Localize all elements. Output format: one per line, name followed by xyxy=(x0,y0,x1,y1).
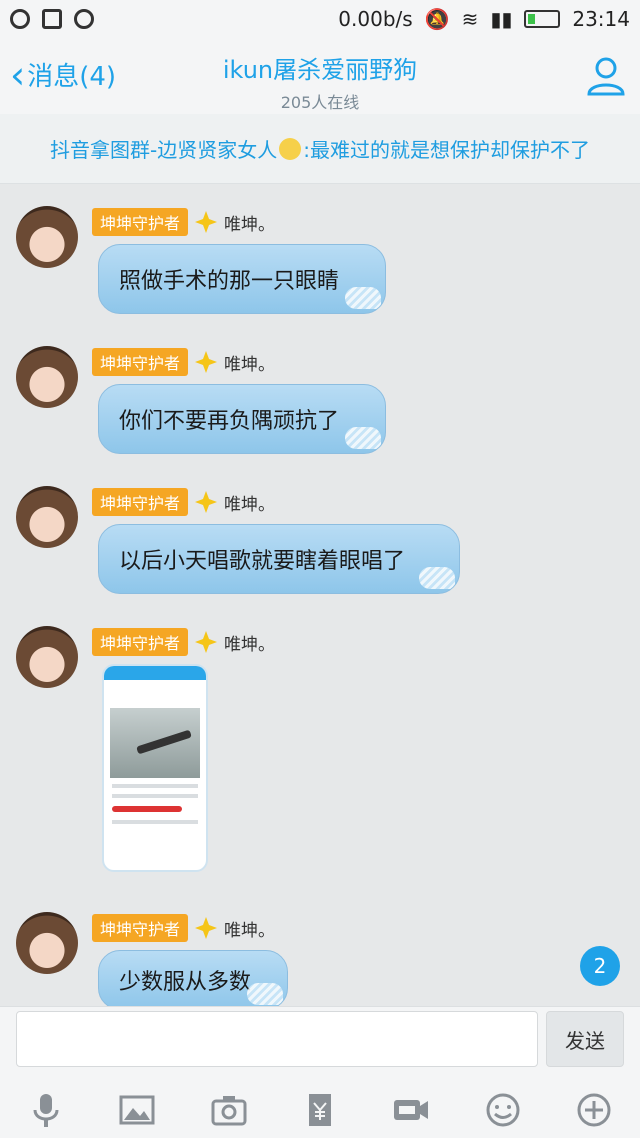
image-message[interactable] xyxy=(102,664,208,872)
member-badge: 坤坤守护者 xyxy=(92,208,189,236)
camera-icon[interactable] xyxy=(209,1090,249,1130)
star-icon xyxy=(195,917,218,939)
screenshot-thumbnail xyxy=(110,708,200,778)
username: 唯坤。 xyxy=(224,920,276,941)
username: 唯坤。 xyxy=(224,634,276,655)
qq-icon xyxy=(10,9,30,29)
battery-icon xyxy=(524,10,561,28)
star-icon xyxy=(195,211,218,233)
network-speed: 0.00b/s xyxy=(338,7,413,31)
unread-count-badge[interactable]: 2 xyxy=(580,946,620,986)
clock: 23:14 xyxy=(572,7,630,31)
member-badge: 坤坤守护者 xyxy=(92,348,189,376)
message-icon xyxy=(74,9,94,29)
member-badge: 坤坤守护者 xyxy=(92,914,189,942)
message-text: 照做手术的那一只眼睛 xyxy=(119,269,340,294)
gallery-icon xyxy=(42,9,62,29)
mute-icon: 🔕 xyxy=(424,7,450,31)
username: 唯坤。 xyxy=(224,494,276,515)
avatar[interactable] xyxy=(16,346,78,408)
member-badge: 坤坤守护者 xyxy=(92,628,189,656)
status-bar: 0.00b/s 🔕 ≋ ▮▮ 23:14 xyxy=(0,0,640,38)
red-packet-icon[interactable] xyxy=(300,1090,340,1130)
relieved-emoji-icon xyxy=(279,137,302,160)
announcement-text-after: :最难过的就是想保护却保护不了 xyxy=(303,138,590,162)
composer: 发送 xyxy=(0,1006,640,1138)
message-bubble[interactable]: 照做手术的那一只眼睛 xyxy=(98,244,386,314)
message-text: 少数服从多数 xyxy=(119,970,252,995)
avatar[interactable] xyxy=(16,486,78,548)
emoji-icon[interactable] xyxy=(483,1090,523,1130)
avatar[interactable] xyxy=(16,206,78,268)
microphone-icon[interactable] xyxy=(26,1090,66,1130)
composer-toolbar xyxy=(0,1087,640,1133)
star-icon xyxy=(195,631,218,653)
image-icon[interactable] xyxy=(117,1090,157,1130)
avatar[interactable] xyxy=(16,626,78,688)
message-bubble[interactable]: 你们不要再负隅顽抗了 xyxy=(98,384,386,454)
username: 唯坤。 xyxy=(224,214,276,235)
online-count: 205人在线 xyxy=(280,93,360,112)
announcement-text-before: 抖音拿图群-边贤贤家女人 xyxy=(50,138,278,162)
message-input[interactable] xyxy=(16,1011,538,1067)
avatar[interactable] xyxy=(16,912,78,974)
group-title[interactable]: ikun屠杀爱丽野狗 xyxy=(0,50,640,85)
plus-icon[interactable] xyxy=(574,1090,614,1130)
group-members-icon[interactable] xyxy=(584,54,628,98)
message-text: 你们不要再负隅顽抗了 xyxy=(119,409,340,434)
chat-header: ‹ 消息(4) ikun屠杀爱丽野狗 205人在线 xyxy=(0,38,640,114)
group-announcement[interactable]: 抖音拿图群-边贤贤家女人 :最难过的就是想保护却保护不了 xyxy=(0,114,640,184)
message-text: 以后小天唱歌就要瞎着眼唱了 xyxy=(119,549,406,574)
message-bubble[interactable]: 少数服从多数 xyxy=(98,950,288,1010)
signal-icon: ▮▮ xyxy=(490,7,513,31)
send-button[interactable]: 发送 xyxy=(546,1011,624,1067)
member-badge: 坤坤守护者 xyxy=(92,488,189,516)
star-icon xyxy=(195,491,218,513)
star-icon xyxy=(195,351,218,373)
username: 唯坤。 xyxy=(224,354,276,375)
message-bubble[interactable]: 以后小天唱歌就要瞎着眼唱了 xyxy=(98,524,460,594)
gif-icon[interactable] xyxy=(391,1090,431,1130)
wifi-icon: ≋ xyxy=(461,7,479,31)
